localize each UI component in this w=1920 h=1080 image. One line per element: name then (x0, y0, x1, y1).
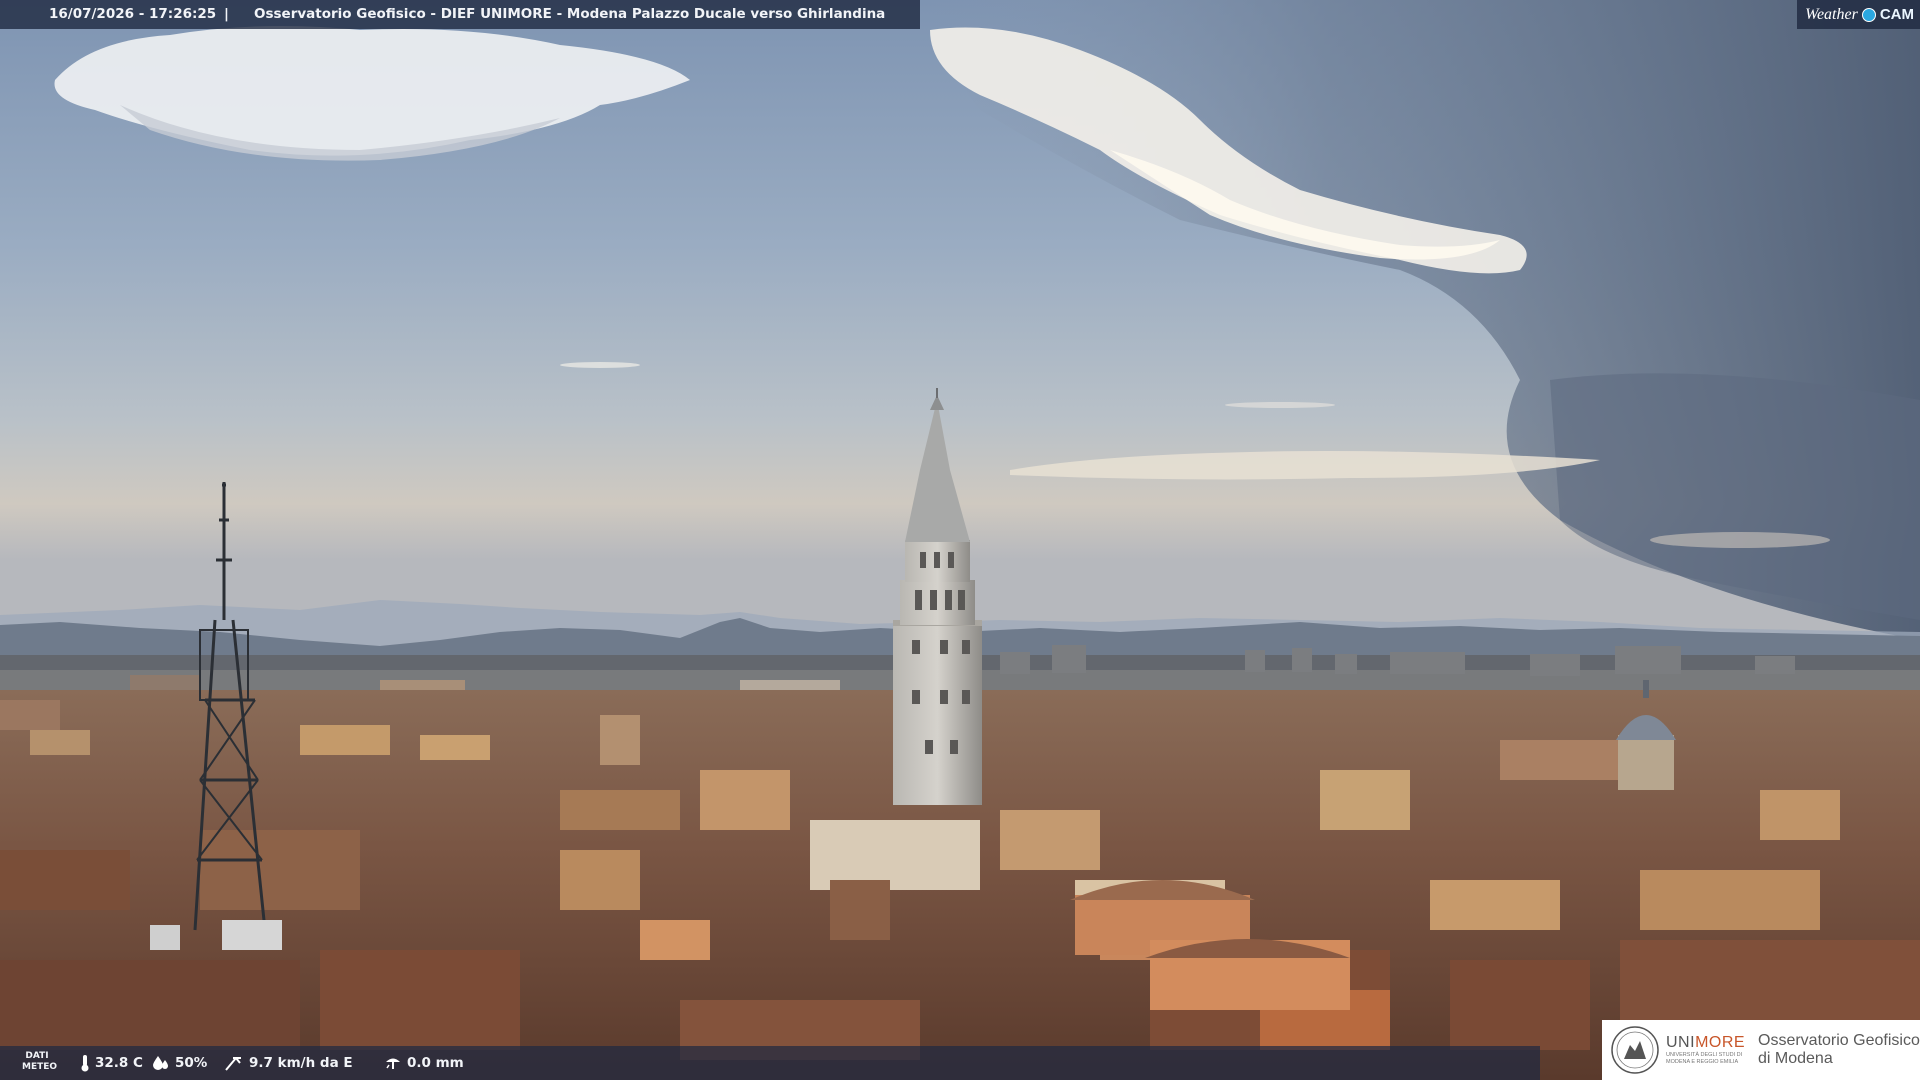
humidity-drop-icon (153, 1056, 168, 1070)
temperature-reading: 32.8 C (80, 1046, 143, 1080)
dati-label: DATI (25, 1051, 49, 1061)
uni-text: UNI (1666, 1034, 1696, 1051)
cloud-wisp (1650, 532, 1830, 548)
dati-meteo-label: DATI METEO (22, 1051, 58, 1073)
timestamp-overlay: 16/07/2026 - 17:26:25 | Osservatorio Geo… (0, 0, 920, 29)
cloud-wisp (560, 362, 640, 368)
wind-reading: 9.7 km/h da E (224, 1046, 353, 1080)
temperature-value: 32.8 C (95, 1055, 143, 1071)
weathercam-logo-weather: Weather (1805, 6, 1858, 23)
cloud-wisp (1225, 402, 1335, 408)
unimore-logo: UNIMORE UNIVERSITÀ DEGLI STUDI DI MODENA… (1602, 1020, 1920, 1080)
timestamp: 16/07/2026 - 17:26:25 (49, 6, 217, 22)
rain-reading: 0.0 mm (384, 1046, 464, 1080)
unimore-subline-1: UNIVERSITÀ DEGLI STUDI DI (1666, 1052, 1743, 1058)
meteo-label: METEO (22, 1062, 58, 1072)
weathercam-dot-icon (1861, 7, 1876, 22)
university-seal-icon (1611, 1026, 1659, 1074)
wind-value: 9.7 km/h da E (249, 1055, 353, 1071)
observatory-line-1: Osservatorio Geofisico (1758, 1032, 1920, 1049)
unimore-brand: UNIMORE UNIVERSITÀ DEGLI STUDI DI MODENA… (1666, 1034, 1750, 1066)
camera-title: Osservatorio Geofisico - DIEF UNIMORE - … (254, 6, 886, 22)
unimore-subline-2: MODENA E REGGIO EMILIA (1666, 1059, 1739, 1065)
webcam-scene (0, 0, 1920, 1080)
title-separator: | (224, 6, 229, 22)
wind-icon (225, 1057, 241, 1071)
rain-value: 0.0 mm (407, 1055, 464, 1071)
thermometer-icon (81, 1055, 89, 1072)
observatory-line-2: di Modena (1758, 1050, 1833, 1067)
rain-gauge-icon (386, 1058, 400, 1069)
more-text: MORE (1695, 1034, 1746, 1051)
humidity-reading: 50% (152, 1046, 207, 1080)
weather-data-bar: DATI METEO 32.8 C 50% 9.7 km/h da E 0.0 … (0, 1046, 1540, 1080)
observatory-name: Osservatorio Geofisico di Modena (1758, 1032, 1920, 1068)
unimore-wordmark: UNIMORE (1666, 1034, 1750, 1052)
weathercam-logo-cam: CAM (1879, 6, 1914, 23)
weathercam-logo: Weather CAM (1797, 0, 1920, 29)
humidity-value: 50% (175, 1055, 208, 1071)
